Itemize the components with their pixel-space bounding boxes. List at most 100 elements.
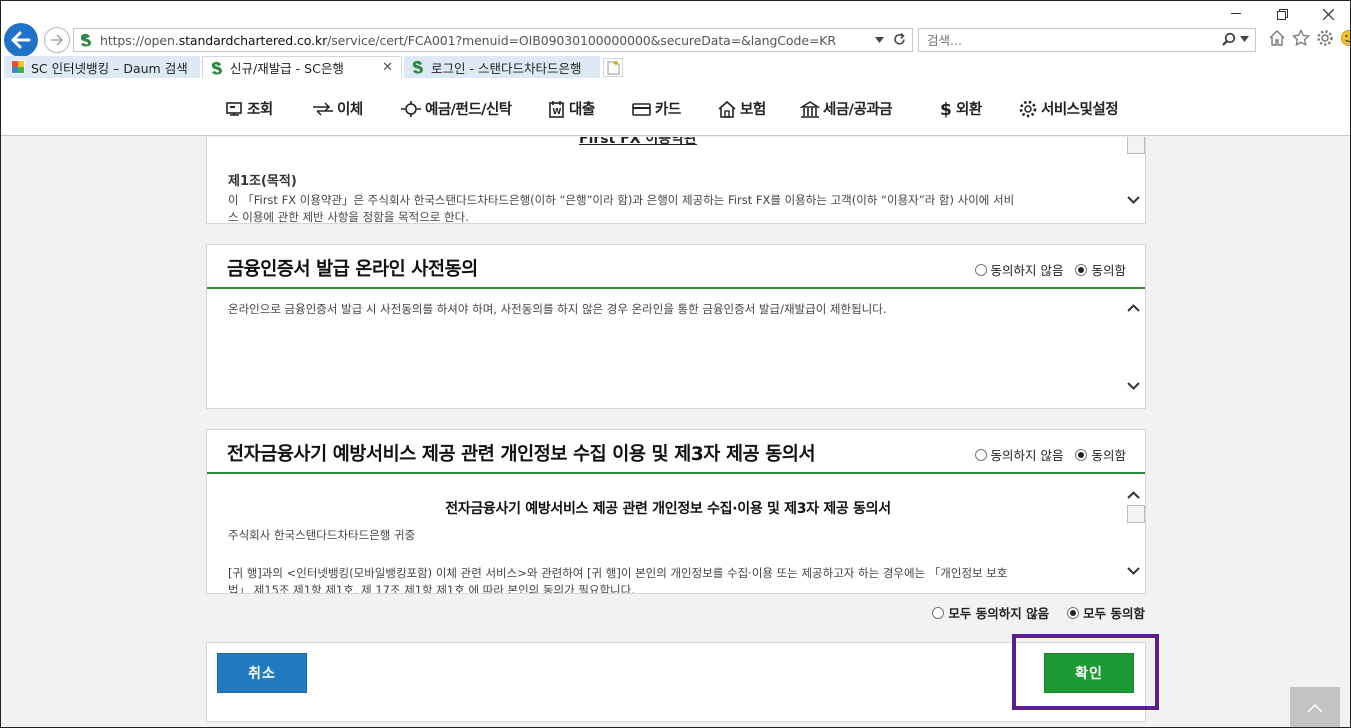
window-controls	[1213, 0, 1351, 28]
home-icon[interactable]	[1268, 29, 1286, 47]
radio-circle-checked[interactable]	[1075, 448, 1088, 461]
arrow-left-icon	[11, 31, 31, 49]
scroll-down-button[interactable]	[1125, 564, 1141, 578]
panel-header: 전자금융사기 예방서비스 제공 관련 개인정보 수집 이용 및 제3자 제공 동…	[207, 430, 1145, 474]
page-content: First FX 이용약관 제1조(목적) 이 「First FX 이용약관」은…	[0, 137, 1351, 728]
minimize-button[interactable]	[1213, 0, 1259, 28]
sc-bank-logo-icon	[413, 60, 423, 74]
panel-header: 금융인증서 발급 온라인 사전동의 동의하지 않음 동의함	[207, 245, 1145, 289]
scroll-up-button[interactable]	[1125, 488, 1141, 502]
site-nav: 조회 이체 예금/펀드/신탁 W 대출 카드 보험 세금/공과금 $ 외환 서비…	[0, 78, 1351, 136]
forward-button[interactable]	[44, 27, 70, 53]
agree-radio[interactable]: 동의함	[1075, 260, 1126, 279]
gear-icon	[1019, 100, 1037, 117]
nav-insurance[interactable]: 보험	[717, 98, 766, 119]
nav-forex[interactable]: $ 외환	[939, 98, 982, 119]
scroll-down-button[interactable]	[1125, 193, 1141, 207]
consent-doc-title: 전자금융사기 예방서비스 제공 관련 개인정보 수집·이용 및 제3자 제공 동…	[445, 501, 891, 517]
tab-label: SC 인터넷뱅킹 – Daum 검색	[31, 60, 188, 76]
refresh-icon[interactable]	[893, 33, 906, 46]
first-fx-terms-panel: First FX 이용약관 제1조(목적) 이 「First FX 이용약관」은…	[206, 137, 1146, 224]
nav-card[interactable]: 카드	[632, 98, 681, 119]
terms-doc-title: First FX 이용약관	[579, 137, 697, 147]
svg-text:W: W	[553, 107, 562, 116]
feedback-smiley-icon[interactable]	[1340, 29, 1351, 47]
disagree-all-radio[interactable]: 모두 동의하지 않음	[932, 603, 1049, 622]
back-button[interactable]	[4, 23, 38, 57]
sc-bank-logo-icon	[81, 33, 91, 47]
new-tab-button[interactable]	[603, 58, 623, 77]
nav-loan[interactable]: W 대출	[548, 98, 595, 119]
dropdown-arrow-icon[interactable]	[1240, 36, 1249, 42]
close-icon	[1322, 8, 1334, 20]
radio-circle-checked[interactable]	[1067, 606, 1080, 619]
disagree-radio[interactable]: 동의하지 않음	[974, 445, 1063, 464]
panel-title: 금융인증서 발급 온라인 사전동의	[227, 259, 478, 280]
house-icon	[718, 100, 736, 118]
consent-radio-group: 동의하지 않음 동의함	[963, 260, 1126, 279]
consent-text-line: 법」 제15조 제1항 제1호, 제 17조 제1항 제1호 에 따라 본인의 …	[228, 583, 635, 593]
restore-button[interactable]	[1259, 0, 1305, 28]
radio-circle[interactable]	[974, 448, 987, 461]
disagree-radio[interactable]: 동의하지 않음	[974, 260, 1063, 279]
cert-consent-panel: 금융인증서 발급 온라인 사전동의 동의하지 않음 동의함 온라인으로 금융인증…	[206, 244, 1146, 409]
tab-label: 로그인 - 스탠다드차타드은행	[431, 60, 582, 76]
radio-circle[interactable]	[974, 263, 987, 276]
radio-circle[interactable]	[932, 606, 945, 619]
article-title: 제1조(목적)	[228, 174, 297, 189]
scrollbar-thumb[interactable]	[1127, 505, 1145, 523]
consent-scroll-area[interactable]: 전자금융사기 예방서비스 제공 관련 개인정보 수집·이용 및 제3자 제공 동…	[207, 476, 1145, 593]
agree-all-radio[interactable]: 모두 동의함	[1067, 603, 1145, 622]
cancel-button[interactable]: 취소	[217, 653, 307, 693]
terms-text-line: 스 이용에 관한 제반 사항을 정함을 목적으로 한다.	[228, 210, 469, 223]
address-bar[interactable]: https://open.standardchartered.co.kr/ser…	[73, 28, 913, 52]
svg-text:$: $	[940, 100, 951, 118]
chevron-down-icon	[1126, 567, 1140, 575]
scrollbar-thumb[interactable]	[1127, 137, 1145, 154]
nav-inquiry[interactable]: 조회	[226, 98, 273, 119]
sc-bank-logo-icon	[212, 61, 222, 75]
agree-radio[interactable]: 동의함	[1075, 445, 1126, 464]
dropdown-arrow-icon[interactable]	[875, 36, 884, 43]
action-button-bar: 취소 확인	[206, 642, 1146, 722]
arrow-right-icon	[51, 34, 64, 46]
fraud-prevention-consent-panel: 전자금융사기 예방서비스 제공 관련 개인정보 수집 이용 및 제3자 제공 동…	[206, 429, 1146, 594]
daum-logo-icon	[11, 60, 25, 74]
nav-deposit-fund-trust[interactable]: 예금/펀드/신탁	[400, 98, 512, 119]
tab-close-icon[interactable]: ✕	[382, 60, 393, 75]
monitor-icon	[226, 101, 242, 116]
nav-service-settings[interactable]: 서비스및설정	[1018, 98, 1119, 119]
scroll-to-top-button[interactable]	[1290, 687, 1340, 728]
browser-toolbar-icons	[1268, 29, 1351, 47]
card-icon	[632, 102, 651, 116]
chevron-up-icon	[1126, 491, 1140, 499]
consent-scroll-area[interactable]: 온라인으로 금융인증서 발급 시 사전동의를 하셔야 하며, 사전동의를 하지 …	[207, 291, 1145, 408]
terms-scroll-area[interactable]: First FX 이용약관 제1조(목적) 이 「First FX 이용약관」은…	[207, 137, 1145, 223]
search-icon[interactable]	[1222, 32, 1236, 46]
tab-sc-cert[interactable]: 신규/재발급 - SC은행 ✕	[202, 56, 402, 78]
scroll-down-button[interactable]	[1125, 379, 1141, 393]
consent-radio-group: 동의하지 않음 동의함	[963, 445, 1126, 464]
radio-circle-checked[interactable]	[1075, 263, 1088, 276]
chevron-down-icon	[1126, 382, 1140, 390]
scroll-up-button[interactable]	[1125, 301, 1141, 315]
terms-text-line: 이 「First FX 이용약관」은 주식회사 한국스탠다드차타드은행(이하 “…	[228, 193, 1015, 207]
consent-text: 온라인으로 금융인증서 발급 시 사전동의를 하셔야 하며, 사전동의를 하지 …	[228, 302, 887, 316]
search-box[interactable]	[918, 28, 1256, 52]
agree-all-radio-group: 모두 동의하지 않음 모두 동의함	[914, 603, 1145, 622]
tab-sc-login[interactable]: 로그인 - 스탠다드차타드은행	[404, 56, 600, 78]
panel-title: 전자금융사기 예방서비스 제공 관련 개인정보 수집 이용 및 제3자 제공 동…	[227, 444, 816, 465]
addressee-text: 주식회사 한국스탠다드차타드은행 귀중	[228, 528, 416, 542]
consent-text-line: [귀 행]과의 <인터넷뱅킹(모바일뱅킹포함) 이체 관련 서비스>와 관련하여…	[228, 566, 1008, 580]
close-window-button[interactable]	[1305, 0, 1351, 28]
browser-chrome: https://open.standardchartered.co.kr/ser…	[0, 0, 1351, 57]
search-input[interactable]	[927, 32, 1207, 48]
tab-daum-search[interactable]: SC 인터넷뱅킹 – Daum 검색	[4, 56, 200, 78]
gear-icon[interactable]	[1316, 29, 1334, 47]
confirm-button[interactable]: 확인	[1044, 653, 1134, 693]
url-text: https://open.standardchartered.co.kr/ser…	[100, 32, 836, 48]
nav-transfer[interactable]: 이체	[312, 98, 363, 119]
favorites-star-icon[interactable]	[1292, 29, 1310, 47]
chevron-down-icon	[1126, 196, 1140, 204]
nav-tax-utility[interactable]: 세금/공과금	[800, 98, 893, 119]
